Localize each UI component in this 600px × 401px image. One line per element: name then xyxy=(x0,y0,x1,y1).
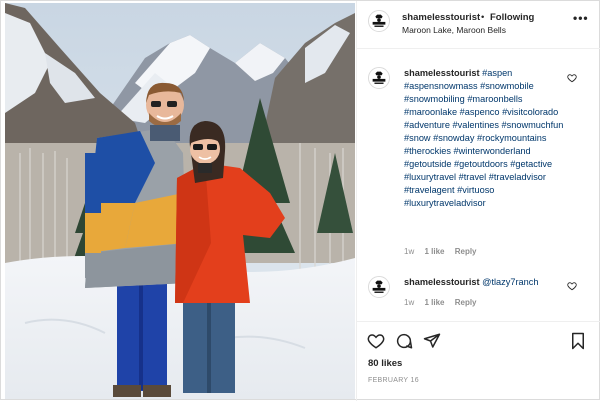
comment-username[interactable]: shamelesstourist xyxy=(404,68,480,78)
header-separator: • xyxy=(481,12,485,23)
comment-username[interactable]: shamelesstourist xyxy=(404,277,480,287)
comment-likes[interactable]: 1 like xyxy=(424,298,444,307)
comment-meta: 1w 1 like Reply xyxy=(404,298,485,307)
comment-body: shamelesstourist @tlazy7ranch xyxy=(404,276,569,289)
heart-icon[interactable] xyxy=(567,281,577,291)
comment-mention[interactable]: @tlazy7ranch xyxy=(482,277,538,287)
heart-icon[interactable] xyxy=(567,73,577,83)
post-side-panel: shamelesstourist • Following Maroon Lake… xyxy=(356,1,600,401)
bookmark-icon[interactable] xyxy=(569,332,587,350)
post-location[interactable]: Maroon Lake, Maroon Bells xyxy=(402,25,506,35)
shameless-logo-icon[interactable] xyxy=(368,67,390,89)
shameless-logo-icon[interactable] xyxy=(368,10,390,32)
reply-button[interactable]: Reply xyxy=(455,298,477,307)
more-options-icon[interactable]: ••• xyxy=(573,11,589,25)
shameless-logo-icon[interactable] xyxy=(368,276,390,298)
comment-time: 1w xyxy=(404,247,415,256)
comment-hashtags[interactable]: #aspen #aspensnowmass #snowmobile #snowm… xyxy=(404,68,563,208)
comment-body: shamelesstourist #aspen #aspensnowmass #… xyxy=(404,67,569,210)
comment-likes[interactable]: 1 like xyxy=(424,247,444,256)
comment-bubble-icon[interactable] xyxy=(395,332,413,350)
following-button[interactable]: Following xyxy=(490,12,534,23)
reply-button[interactable]: Reply xyxy=(455,247,477,256)
post-actions: 80 likes FEBRUARY 16 xyxy=(357,321,600,401)
comment-time: 1w xyxy=(404,298,415,307)
likes-count[interactable]: 80 likes xyxy=(368,358,402,369)
post-date: FEBRUARY 16 xyxy=(368,377,419,384)
paper-plane-icon[interactable] xyxy=(423,332,441,350)
post-photo[interactable] xyxy=(5,3,355,399)
instagram-post-window: shamelesstourist • Following Maroon Lake… xyxy=(0,0,600,401)
post-author-username[interactable]: shamelesstourist xyxy=(402,12,480,23)
comment-meta: 1w 1 like Reply xyxy=(404,247,485,256)
heart-icon[interactable] xyxy=(367,332,385,350)
post-header: shamelesstourist • Following Maroon Lake… xyxy=(357,1,600,49)
